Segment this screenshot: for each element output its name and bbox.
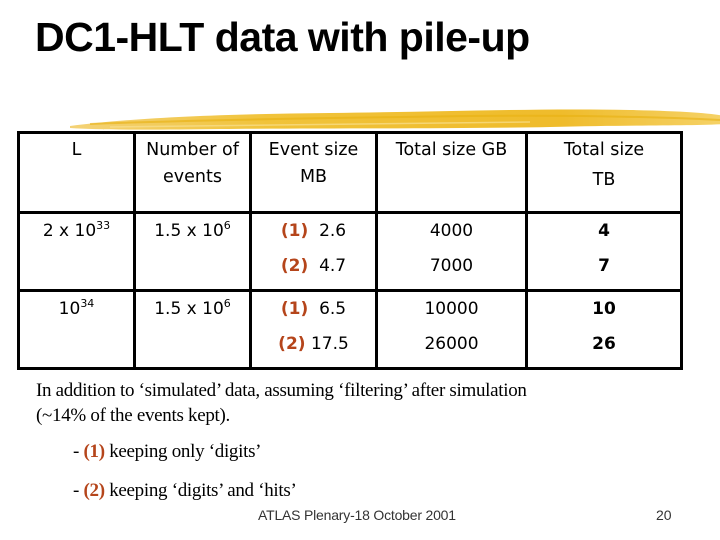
cell-total-tb: 10 26: [525, 289, 683, 370]
cell-luminosity: 1034: [17, 289, 136, 370]
footer-text: ATLAS Plenary-18 October 2001: [258, 507, 456, 523]
header-number-of-events: Number of events: [133, 131, 252, 214]
event-size-option-1: (1) 2.6: [280, 221, 347, 241]
header-luminosity: L: [17, 131, 136, 214]
bullet-item: - (1) keeping only ‘digits’: [73, 441, 262, 462]
table-row: 1034 1.5 x 106 (1) 6.5 (2) 17.5 10000 26…: [17, 289, 683, 370]
cell-total-gb: 4000 7000: [375, 211, 528, 292]
cell-total-tb: 4 7: [525, 211, 683, 292]
header-total-size-gb: Total size GB: [375, 131, 528, 214]
pileup-data-table: L Number of events Event size MB Total s…: [17, 131, 683, 370]
cell-events: 1.5 x 106: [133, 289, 252, 370]
event-size-option-1: (1) 6.5: [280, 299, 347, 319]
bullet-item: - (2) keeping ‘digits’ and ‘hits’: [73, 480, 297, 501]
event-size-option-2: (2) 17.5: [278, 334, 349, 354]
table-header-row: L Number of events Event size MB Total s…: [17, 131, 683, 214]
cell-event-size: (1) 2.6 (2) 4.7: [249, 211, 378, 292]
header-event-size: Event size MB: [249, 131, 378, 214]
cell-event-size: (1) 6.5 (2) 17.5: [249, 289, 378, 370]
cell-events: 1.5 x 106: [133, 211, 252, 292]
header-total-size-tb: Total size TB: [525, 131, 683, 214]
cell-total-gb: 10000 26000: [375, 289, 528, 370]
yellow-brush-stroke-divider: [70, 109, 720, 130]
explanation-paragraph: In addition to ‘simulated’ data, assumin…: [36, 380, 527, 426]
table-row: 2 x 1033 1.5 x 106 (1) 2.6 (2) 4.7 4000 …: [17, 211, 683, 292]
cell-luminosity: 2 x 1033: [17, 211, 136, 292]
page-number: 20: [656, 507, 672, 523]
slide-title: DC1-HLT data with pile-up: [35, 14, 530, 60]
event-size-option-2: (2) 4.7: [280, 256, 347, 276]
